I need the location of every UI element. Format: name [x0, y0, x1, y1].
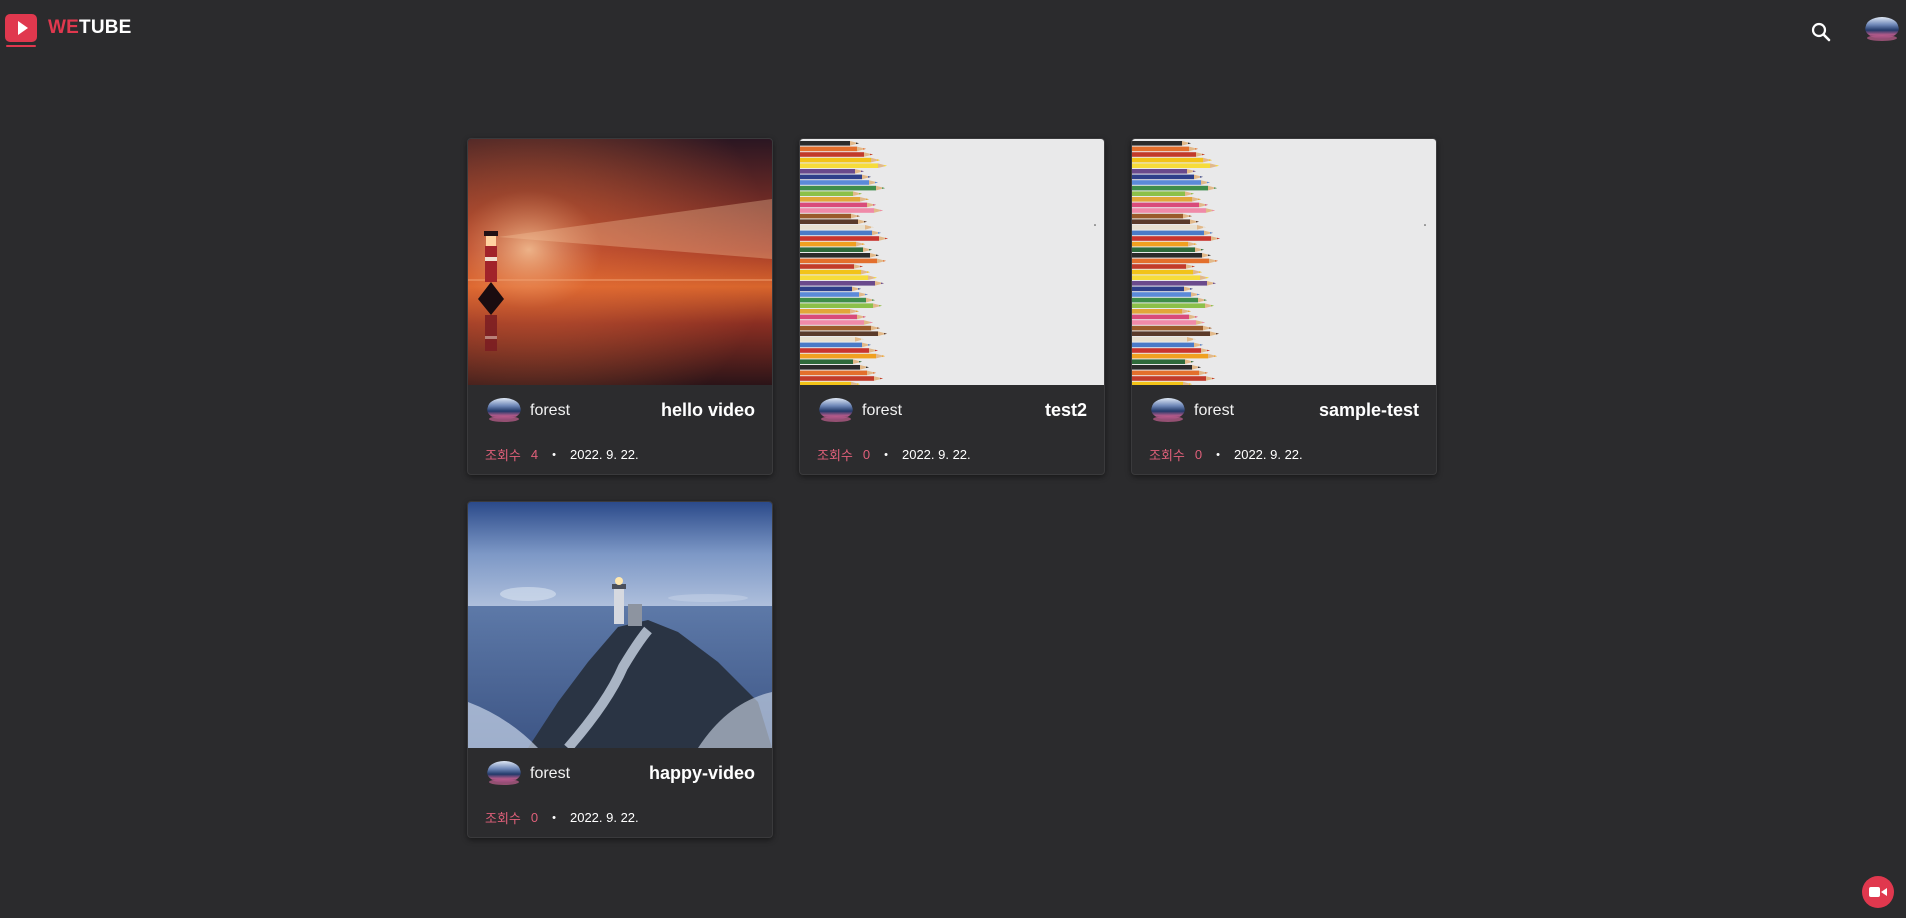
user-avatar[interactable]	[1865, 14, 1899, 48]
separator-dot: •	[552, 811, 556, 824]
video-card[interactable]: forest sample-test 조회수 0 • 2022. 9. 22.	[1131, 138, 1437, 475]
upload-date: 2022. 9. 22.	[1233, 447, 1303, 462]
video-thumbnail[interactable]	[800, 139, 1104, 385]
video-meta: forest test2 조회수 0 • 2022. 9. 22.	[800, 385, 1104, 474]
top-header: WETUBE	[0, 0, 1906, 62]
search-icon[interactable]	[1810, 21, 1832, 43]
video-thumbnail[interactable]	[468, 139, 772, 385]
video-stats: 조회수 0 • 2022. 9. 22.	[1149, 445, 1303, 464]
owner-name[interactable]: forest	[862, 402, 902, 420]
video-meta: forest hello video 조회수 4 • 2022. 9. 22.	[468, 385, 772, 474]
owner-name[interactable]: forest	[1194, 402, 1234, 420]
brand-prefix: WE	[48, 17, 80, 38]
views-count: 0	[530, 810, 539, 825]
owner-avatar[interactable]	[487, 758, 521, 792]
upload-date: 2022. 9. 22.	[569, 810, 639, 825]
owner-name[interactable]: forest	[530, 765, 570, 783]
video-thumbnail[interactable]	[1132, 139, 1436, 385]
video-title[interactable]: test2	[1045, 400, 1087, 421]
views-count: 0	[1194, 447, 1203, 462]
separator-dot: •	[552, 448, 556, 461]
views-label: 조회수	[1149, 448, 1185, 463]
views-label: 조회수	[485, 448, 521, 463]
owner-avatar[interactable]	[1151, 395, 1185, 429]
video-meta: forest happy-video 조회수 0 • 2022. 9. 22.	[468, 748, 772, 837]
video-thumbnail[interactable]	[468, 502, 772, 748]
owner-avatar[interactable]	[487, 395, 521, 429]
video-title[interactable]: happy-video	[649, 763, 755, 784]
upload-date: 2022. 9. 22.	[569, 447, 639, 462]
separator-dot: •	[884, 448, 888, 461]
video-card[interactable]: forest hello video 조회수 4 • 2022. 9. 22.	[467, 138, 773, 475]
video-stats: 조회수 0 • 2022. 9. 22.	[817, 445, 971, 464]
video-card[interactable]: forest happy-video 조회수 0 • 2022. 9. 22.	[467, 501, 773, 838]
owner-avatar[interactable]	[819, 395, 853, 429]
wetube-logo[interactable]: WETUBE	[5, 14, 132, 47]
video-stats: 조회수 0 • 2022. 9. 22.	[485, 808, 639, 827]
separator-dot: •	[1216, 448, 1220, 461]
owner-name[interactable]: forest	[530, 402, 570, 420]
brand-suffix: TUBE	[79, 17, 132, 38]
video-camera-icon	[1869, 887, 1887, 897]
video-meta: forest sample-test 조회수 0 • 2022. 9. 22.	[1132, 385, 1436, 474]
views-label: 조회수	[817, 448, 853, 463]
views-count: 0	[862, 447, 871, 462]
upload-video-button[interactable]	[1862, 876, 1894, 908]
video-title[interactable]: sample-test	[1319, 400, 1419, 421]
video-title[interactable]: hello video	[661, 400, 755, 421]
views-count: 4	[530, 447, 539, 462]
upload-date: 2022. 9. 22.	[901, 447, 971, 462]
video-card[interactable]: forest test2 조회수 0 • 2022. 9. 22.	[799, 138, 1105, 475]
video-stats: 조회수 4 • 2022. 9. 22.	[485, 445, 639, 464]
play-logo-icon	[5, 14, 37, 47]
brand-name: WETUBE	[48, 17, 132, 39]
views-label: 조회수	[485, 811, 521, 826]
